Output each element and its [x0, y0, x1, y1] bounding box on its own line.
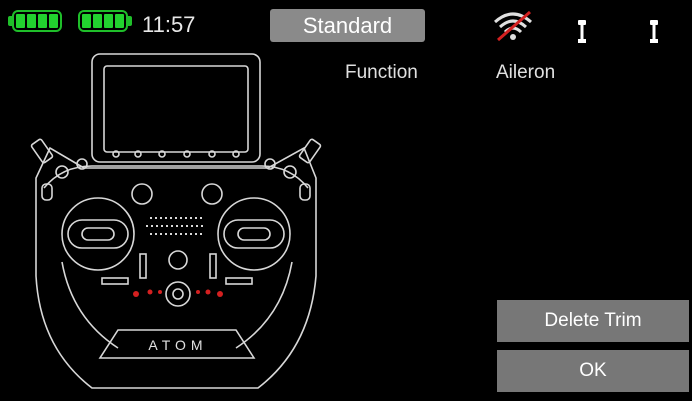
signal-off-icon [494, 10, 532, 42]
transmitter-battery-icon [8, 9, 62, 33]
delete-trim-button[interactable]: Delete Trim [497, 300, 689, 342]
left-stick-icon [578, 20, 586, 43]
function-label: Function [345, 62, 418, 83]
status-bar: 11:57 Standard [0, 0, 692, 50]
ok-button[interactable]: OK [497, 350, 689, 392]
right-stick-icon [650, 20, 658, 43]
receiver-battery-icon [78, 9, 132, 33]
function-value[interactable]: Aileron [496, 62, 555, 84]
brand-logo: ATOM [148, 337, 207, 353]
transmitter-illustration: ATOM [30, 53, 322, 389]
mode-button[interactable]: Standard [270, 9, 425, 42]
clock: 11:57 [142, 12, 196, 37]
